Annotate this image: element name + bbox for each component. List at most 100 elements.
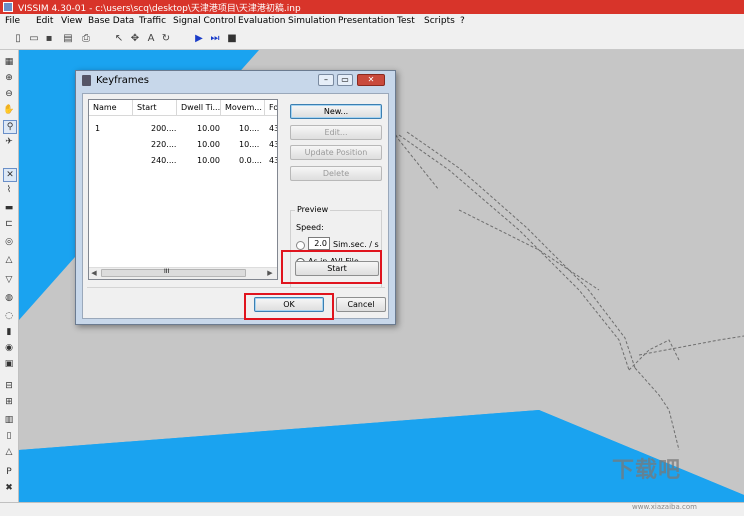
warning-icon[interactable]: △ (3, 446, 15, 458)
connector-icon[interactable]: ⌇ (3, 184, 15, 196)
row3-dwell[interactable]: 10.00 (197, 156, 220, 165)
preview-label: Preview (295, 205, 331, 214)
priority-icon[interactable]: △ (3, 254, 15, 266)
menu-scripts[interactable]: Scripts (424, 16, 455, 26)
delete-button[interactable]: Delete (290, 166, 382, 181)
routing-icon[interactable]: ⊏ (3, 218, 15, 230)
step-icon[interactable]: ⏭ (209, 33, 221, 45)
counter-icon[interactable]: ▣ (3, 358, 15, 370)
tools-icon[interactable]: ✖ (3, 482, 15, 494)
row3-movement[interactable]: 0.0.... (239, 156, 262, 165)
transit-stop-icon[interactable]: ⊟ (3, 380, 15, 392)
dialog-title: Keyframes (96, 75, 149, 86)
menu-base-data[interactable]: Base Data (88, 16, 134, 26)
main-toolbar: ▯ ▭ ▪ ▤ ⎙ ↖ ✥ A ↻ ▶ ⏭ ■ (0, 30, 744, 50)
speed-unit: Sim.sec. / s (333, 240, 379, 249)
menu-signal-control[interactable]: Signal Control (173, 16, 236, 26)
row1-movement[interactable]: 10.... (239, 124, 259, 133)
yield-icon[interactable]: ▽ (3, 274, 15, 286)
row2-focus[interactable]: 43 ( (269, 140, 277, 149)
minimize-button[interactable]: – (318, 74, 334, 86)
column-dwell-time[interactable]: Dwell Ti... (177, 100, 221, 116)
column-name[interactable]: Name (89, 100, 133, 116)
row2-start[interactable]: 220.... (151, 140, 176, 149)
menu-bar: File Edit View Base Data Traffic Signal … (0, 14, 744, 30)
menu-edit[interactable]: Edit (36, 16, 53, 26)
vehicle-input-icon[interactable]: ▬ (3, 202, 15, 214)
menu-file[interactable]: File (5, 16, 20, 26)
speed-input[interactable]: 2.0 (308, 237, 330, 250)
rotate-icon[interactable]: ↻ (160, 33, 172, 45)
detector-icon[interactable]: ◌ (3, 310, 15, 322)
menu-simulation[interactable]: Simulation (288, 16, 336, 26)
new-button[interactable]: New... (290, 104, 382, 119)
horizontal-scrollbar[interactable]: ◀ III ▶ (89, 267, 277, 279)
separator (87, 287, 385, 288)
watermark-url: www.xiazaiba.com (632, 503, 697, 511)
pan-icon[interactable]: ✥ (129, 33, 141, 45)
edit-button[interactable]: Edit... (290, 125, 382, 140)
select-pointer-icon[interactable]: ↖ (113, 33, 125, 45)
text-icon[interactable]: A (145, 33, 157, 45)
left-toolbar: ▦ ⊕ ⊖ ✋ ⚲ ✈ ✕ ⌇ ▬ ⊏ ◎ △ ▽ ◍ ◌ ▮ ◉ ▣ ⊟ ⊞ … (0, 50, 19, 502)
window-title-bar: VISSIM 4.30-01 - c:\users\scq\desktop\天津… (0, 0, 744, 14)
keyframe-list[interactable]: Name Start Dwell Ti... Movem... Foc 1 20… (88, 99, 278, 280)
data-collection-icon[interactable]: ◉ (3, 342, 15, 354)
menu-test[interactable]: Test (397, 16, 415, 26)
pedestrian-icon[interactable]: ▥ (3, 414, 15, 426)
keyframes-dialog: Keyframes – ▭ ✕ Name Start Dwell Ti... M… (75, 70, 396, 325)
row1-dwell[interactable]: 10.00 (197, 124, 220, 133)
zoom-in-icon[interactable]: ⊕ (3, 72, 15, 84)
scroll-grip: III (164, 268, 170, 275)
window-title: VISSIM 4.30-01 - c:\users\scq\desktop\天津… (18, 4, 301, 14)
menu-evaluation[interactable]: Evaluation (238, 16, 286, 26)
stop-icon[interactable]: ■ (226, 33, 238, 45)
link-edit-icon[interactable]: ✕ (3, 168, 17, 182)
row3-start[interactable]: 240.... (151, 156, 176, 165)
column-movement[interactable]: Movem... (221, 100, 265, 116)
watermark-logo: 下载吧 (612, 458, 682, 483)
close-button[interactable]: ✕ (357, 74, 385, 86)
dialog-icon (82, 75, 91, 86)
row2-dwell[interactable]: 10.00 (197, 140, 220, 149)
ok-highlight-box (244, 293, 334, 320)
print-preview-icon[interactable]: ▤ (62, 33, 74, 45)
row3-focus[interactable]: 43 ( (269, 156, 277, 165)
update-position-button[interactable]: Update Position (290, 145, 382, 160)
menu-view[interactable]: View (61, 16, 82, 26)
speed-radio[interactable] (296, 241, 305, 250)
parking-icon[interactable]: P (3, 466, 15, 478)
speed-icon[interactable]: ◎ (3, 236, 15, 248)
row2-movement[interactable]: 10.... (239, 140, 259, 149)
save-icon[interactable]: ▪ (43, 33, 55, 45)
measurement-icon[interactable]: ▯ (3, 430, 15, 442)
aircraft-icon[interactable]: ✈ (3, 136, 15, 148)
column-start[interactable]: Start (133, 100, 177, 116)
scroll-thumb[interactable]: III (101, 268, 246, 277)
column-focus[interactable]: Foc (265, 100, 277, 116)
network-view-icon[interactable]: ▦ (3, 56, 15, 68)
speed-label: Speed: (296, 223, 324, 232)
zoom-out-icon[interactable]: ⊖ (3, 88, 15, 100)
maximize-button[interactable]: ▭ (337, 74, 353, 86)
cancel-button[interactable]: Cancel (336, 297, 386, 312)
menu-traffic[interactable]: Traffic (139, 16, 166, 26)
menu-presentation[interactable]: Presentation (338, 16, 395, 26)
scroll-right-icon[interactable]: ▶ (265, 268, 275, 279)
hand-pan-icon[interactable]: ✋ (3, 104, 15, 116)
scroll-left-icon[interactable]: ◀ (89, 268, 99, 279)
traffic-light-icon[interactable]: ▮ (3, 326, 15, 338)
play-icon[interactable]: ▶ (193, 33, 205, 45)
signal-head-icon[interactable]: ◍ (3, 292, 15, 304)
new-file-icon[interactable]: ▯ (12, 33, 24, 45)
bus-icon[interactable]: ⊞ (3, 396, 15, 408)
row1-name[interactable]: 1 (95, 124, 100, 133)
route-icon[interactable]: ⚲ (3, 120, 17, 134)
row1-focus[interactable]: 43 ( (269, 124, 277, 133)
row1-start[interactable]: 200.... (151, 124, 176, 133)
dialog-body: Name Start Dwell Ti... Movem... Foc 1 20… (82, 93, 389, 319)
print-icon[interactable]: ⎙ (80, 33, 92, 45)
open-file-icon[interactable]: ▭ (28, 33, 40, 45)
menu-help[interactable]: ? (460, 16, 465, 26)
start-highlight-box (281, 250, 382, 284)
